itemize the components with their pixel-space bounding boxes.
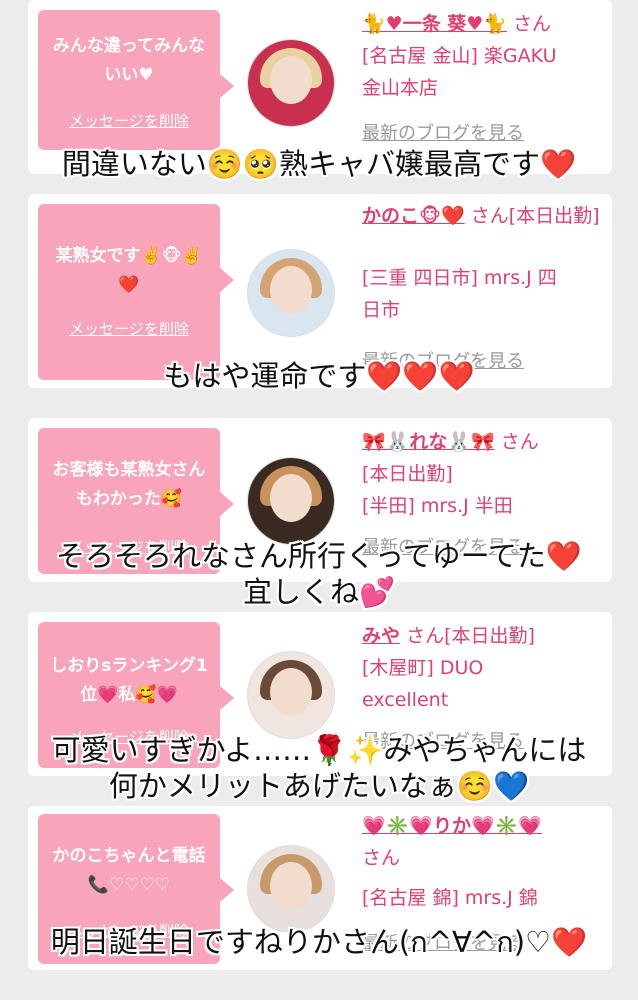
avatar[interactable]	[248, 458, 334, 544]
shop-info-line: [名古屋 金山] 楽GAKU	[362, 45, 557, 67]
shop-info-line: 日市	[362, 299, 401, 321]
caption-overlay: 間違いない☺️🥺熟キャバ嬢最高です❤️	[61, 147, 577, 181]
shop-info-line: 金山本店	[362, 77, 439, 99]
shop-info-line: [半田] mrs.J 半田	[362, 495, 513, 517]
message-bubble: 某熟女です✌️🐵✌️❤️ メッセージを削除	[38, 204, 234, 380]
girl-name-link[interactable]: かのこ🐵❤️	[362, 205, 465, 227]
message-text: かのこちゃんと電話📞♡♡♡♡	[52, 846, 206, 895]
honorific: さん	[513, 13, 552, 35]
caption-overlay: もはや運命です❤️❤️❤️	[163, 359, 475, 393]
girl-name-link[interactable]: 🎀🐰れな🐰🎀	[362, 431, 495, 453]
girl-name-link[interactable]: 💗✳️💗りか💗✳️💗	[362, 815, 542, 837]
message-text: みんな違ってみんないい♥	[52, 36, 206, 85]
message-text: お客様も某熟女さんもわかった🥰	[52, 460, 206, 509]
caption-overlay: 可愛いすぎかよ……🌹✨みやちゃんには 何かメリットあげたいなぁ☺️💙	[51, 733, 587, 803]
girl-name-link[interactable]: みや	[362, 625, 400, 647]
caption-overlay: そろそろれなさん所行くってゆーてた❤️ 宜しくね💕	[56, 539, 582, 609]
shop-info-line: [名古屋 錦] mrs.J 錦	[362, 887, 538, 909]
avatar[interactable]	[248, 40, 334, 126]
avatar[interactable]	[248, 652, 334, 738]
avatar[interactable]	[248, 250, 334, 336]
honorific: さん	[500, 431, 539, 453]
message-bubble: みんな違ってみんないい♥ メッセージを削除	[38, 10, 234, 150]
delete-message-link[interactable]: メッセージを削除	[38, 110, 220, 131]
shop-info-line: [木屋町] DUO	[362, 657, 484, 679]
shop-info-line: [三重 四日市] mrs.J 四	[362, 267, 557, 289]
avatar[interactable]	[248, 846, 334, 932]
delete-message-link[interactable]: メッセージを削除	[38, 318, 220, 339]
honorific: さん[本日出勤]	[406, 625, 535, 647]
honorific: さん[本日出勤]	[470, 205, 600, 227]
message-text: 某熟女です✌️🐵✌️❤️	[55, 246, 203, 295]
honorific: さん	[362, 847, 401, 869]
message-text: しおりsランキング1位💗私🥰💗	[50, 656, 208, 705]
shop-info-line: excellent	[362, 689, 449, 711]
girl-name-link[interactable]: 🐈♥一条 葵♥🐈	[362, 13, 507, 35]
caption-overlay: 明日誕生日ですねりかさん(ก^∀^ก)♡❤️	[50, 925, 588, 959]
shop-info-line: [本日出勤]	[362, 463, 453, 485]
